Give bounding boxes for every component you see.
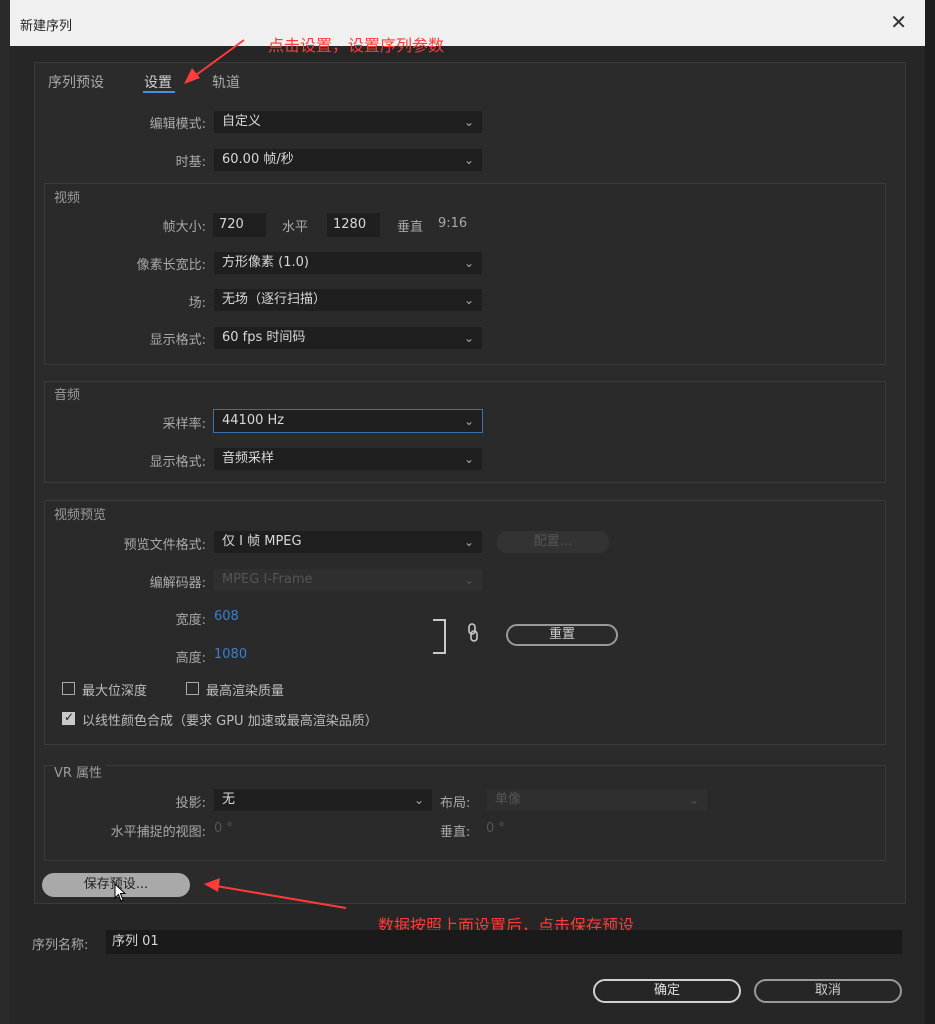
chevron-down-icon: ⌄ (463, 331, 474, 345)
vertical-label: 垂直 (396, 220, 423, 235)
ok-button[interactable]: 确定 (593, 979, 741, 1003)
video-display-format-value: 60 fps 时间码 (222, 330, 306, 345)
projection-select[interactable]: 无 ⌄ (213, 788, 433, 812)
linear-color-checkbox[interactable] (62, 710, 75, 725)
sequence-name-input[interactable]: 序列 01 (106, 930, 902, 954)
window-title: 新建序列 (20, 19, 73, 34)
edit-mode-value: 自定义 (222, 114, 262, 129)
vr-group-title: VR 属性 (54, 762, 107, 781)
chevron-down-icon: ⌄ (413, 793, 424, 807)
max-bit-depth-label: 最大位深度 (82, 684, 148, 699)
link-bracket (433, 619, 446, 654)
projection-label: 投影: (175, 796, 206, 811)
pixel-aspect-value: 方形像素 (1.0) (222, 255, 309, 270)
annotation-arrow-bottom (204, 878, 347, 909)
audio-display-format-label: 显示格式: (149, 455, 206, 470)
chevron-down-icon: ⌄ (463, 452, 474, 466)
audio-display-format-select[interactable]: 音频采样 ⌄ (213, 447, 483, 471)
chevron-down-icon: ⌄ (463, 573, 474, 587)
video-display-format-label: 显示格式: (149, 333, 206, 348)
title-bar: 新建序列 ✕ (10, 0, 925, 46)
field-select[interactable]: 无场（逐行扫描） ⌄ (213, 288, 483, 312)
video-display-format-select[interactable]: 60 fps 时间码 ⌄ (213, 326, 483, 350)
audio-group-title: 音频 (54, 388, 81, 403)
timebase-value: 60.00 帧/秒 (222, 152, 294, 167)
max-render-quality-label: 最高渲染质量 (206, 684, 285, 699)
timebase-label: 时基: (175, 155, 206, 170)
pixel-aspect-select[interactable]: 方形像素 (1.0) ⌄ (213, 251, 483, 275)
chevron-down-icon: ⌄ (463, 535, 474, 549)
chevron-down-icon: ⌄ (463, 256, 474, 270)
max-render-quality-checkbox[interactable] (186, 682, 199, 695)
frame-height-input[interactable]: 1280 (327, 213, 380, 237)
reset-button[interactable]: 重置 (506, 624, 618, 646)
timebase-select[interactable]: 60.00 帧/秒 ⌄ (213, 148, 483, 172)
preview-width-label: 宽度: (175, 613, 206, 628)
edit-mode-label: 编辑模式: (149, 117, 206, 132)
field-label: 场: (188, 296, 206, 311)
preview-file-format-label: 预览文件格式: (123, 538, 206, 553)
mouse-cursor-icon (114, 883, 127, 902)
sample-rate-select[interactable]: 44100 Hz ⌄ (213, 409, 483, 433)
tab-settings[interactable]: 设置 (144, 72, 172, 92)
sample-rate-label: 采样率: (162, 417, 206, 432)
sequence-name-label: 序列名称: (32, 938, 89, 953)
video-preview-group-title: 视频预览 (54, 508, 107, 523)
background-strip (0, 0, 10, 1024)
max-bit-depth-checkbox[interactable] (62, 682, 75, 695)
horizontal-view-value[interactable]: 0 ° (214, 821, 233, 836)
tab-sequence-presets[interactable]: 序列预设 (48, 72, 104, 92)
chevron-down-icon: ⌄ (463, 153, 474, 167)
layout-select[interactable]: 单像 ⌄ (486, 788, 708, 812)
vertical-view-label: 垂直: (440, 825, 471, 840)
edit-mode-select[interactable]: 自定义 ⌄ (213, 110, 483, 134)
frame-size-label: 帧大小: (162, 220, 206, 235)
preview-file-format-select[interactable]: 仅 I 帧 MPEG ⌄ (213, 530, 483, 554)
preview-width-value[interactable]: 608 (214, 609, 239, 624)
vr-group (44, 765, 886, 861)
layout-value: 单像 (495, 792, 522, 807)
frame-width-input[interactable]: 720 (213, 213, 266, 237)
annotation-arrow-top (184, 39, 245, 84)
close-icon[interactable]: ✕ (890, 10, 907, 34)
preview-file-format-value: 仅 I 帧 MPEG (222, 534, 302, 549)
aspect-ratio-text: 9:16 (438, 216, 468, 231)
audio-display-format-value: 音频采样 (222, 451, 275, 466)
layout-label: 布局: (440, 796, 471, 811)
chevron-down-icon: ⌄ (463, 115, 474, 129)
codec-label: 编解码器: (149, 576, 206, 591)
horizontal-view-label: 水平捕捉的视图: (110, 825, 206, 840)
configure-button[interactable]: 配置... (497, 531, 609, 553)
codec-select[interactable]: MPEG I-Frame ⌄ (213, 568, 483, 592)
field-value: 无场（逐行扫描） (222, 292, 327, 307)
tab-active-underline (143, 91, 175, 93)
preview-height-label: 高度: (175, 651, 206, 666)
pixel-aspect-label: 像素长宽比: (136, 258, 206, 273)
chevron-down-icon: ⌄ (463, 293, 474, 307)
sample-rate-value: 44100 Hz (222, 413, 285, 428)
cancel-button[interactable]: 取消 (754, 979, 902, 1003)
preview-height-value[interactable]: 1080 (214, 647, 247, 662)
projection-value: 无 (222, 792, 236, 807)
chevron-down-icon: ⌄ (463, 414, 474, 428)
annotation-top: 点击设置，设置序列参数 (268, 36, 445, 55)
codec-value: MPEG I-Frame (222, 572, 313, 587)
linear-color-label: 以线性颜色合成（要求 GPU 加速或最高渲染品质） (82, 714, 378, 729)
link-icon[interactable] (466, 622, 480, 644)
vertical-view-value[interactable]: 0 ° (486, 821, 505, 836)
video-group-title: 视频 (54, 191, 81, 206)
chevron-down-icon: ⌄ (688, 793, 699, 807)
horizontal-label: 水平 (281, 220, 308, 235)
